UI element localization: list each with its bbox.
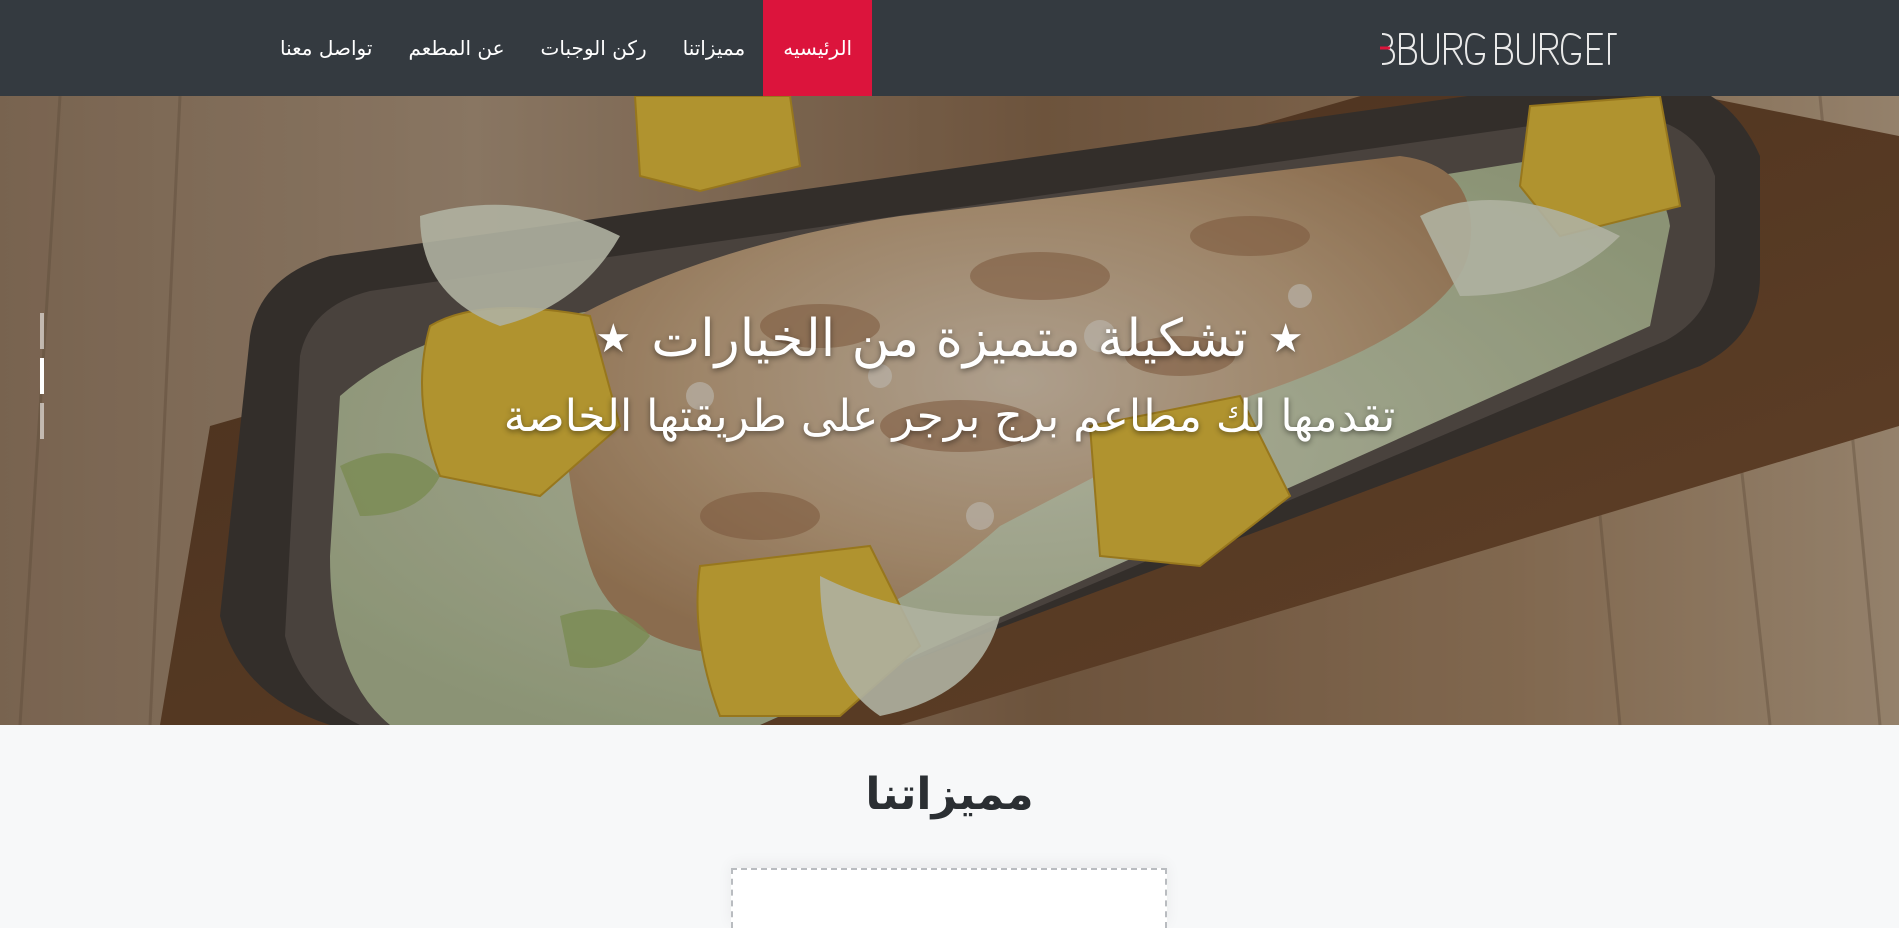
star-icon: ★ <box>1267 316 1304 362</box>
hero-title: ★ تشكيلة متميزة من الخيارات ★ <box>0 304 1899 374</box>
section-title: مميزاتنا <box>865 769 1034 820</box>
hero-carousel: ★ تشكيلة متميزة من الخيارات ★ تقدمها لك … <box>0 96 1899 725</box>
hero-subtitle: تقدمها لك مطاعم برج برجر على طريقتها الخ… <box>503 391 1396 442</box>
nav-item-contact[interactable]: تواصل معنا <box>262 0 390 96</box>
features-section: مميزاتنا <box>0 725 1899 928</box>
feature-card <box>731 868 1167 928</box>
brand-logo[interactable] <box>1378 24 1618 72</box>
nav-item-meals[interactable]: ركن الوجبات <box>523 0 665 96</box>
burg-burger-logo-icon <box>1380 32 1617 66</box>
nav-menu: تواصل معنا عن المطعم ركن الوجبات مميزاتن… <box>262 0 873 96</box>
nav-item-features[interactable]: مميزاتنا <box>665 0 764 96</box>
nav-item-about[interactable]: عن المطعم <box>390 0 522 96</box>
nav-item-home[interactable]: الرئيسيه <box>763 0 873 96</box>
hero-title-text: تشكيلة متميزة من الخيارات <box>651 309 1248 369</box>
navbar: تواصل معنا عن المطعم ركن الوجبات مميزاتن… <box>0 0 1899 96</box>
hero-caption: ★ تشكيلة متميزة من الخيارات ★ تقدمها لك … <box>0 304 1899 446</box>
star-icon: ★ <box>595 316 632 362</box>
